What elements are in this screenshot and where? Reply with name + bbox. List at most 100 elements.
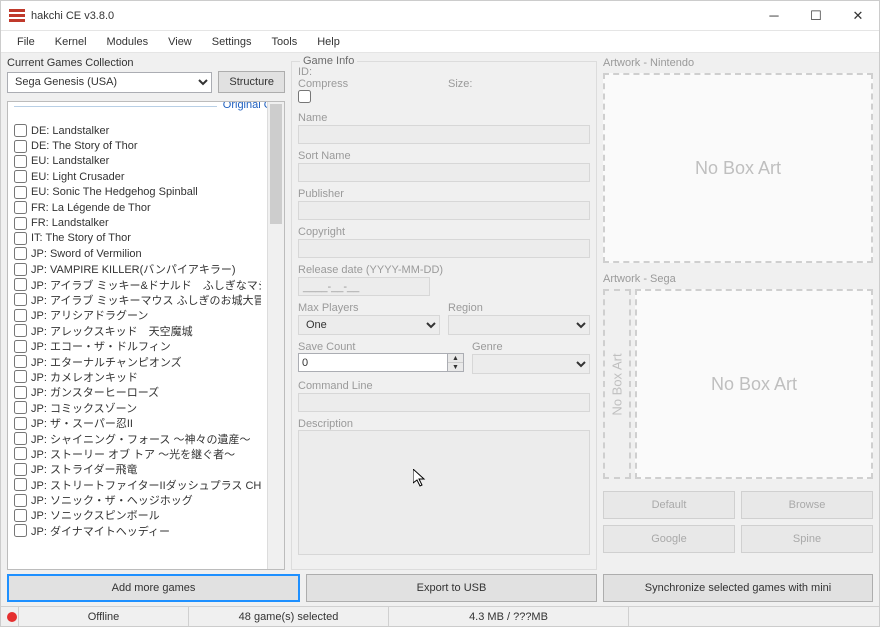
list-item[interactable]: JP: エコー・ザ・ドルフィン xyxy=(14,338,261,353)
menu-modules[interactable]: Modules xyxy=(97,34,159,50)
region-select[interactable] xyxy=(448,315,590,335)
menu-view[interactable]: View xyxy=(158,34,202,50)
game-checkbox[interactable] xyxy=(14,355,27,368)
list-item[interactable]: JP: Sword of Vermilion xyxy=(14,246,261,261)
game-checkbox[interactable] xyxy=(14,124,27,137)
game-checkbox[interactable] xyxy=(14,201,27,214)
game-checkbox[interactable] xyxy=(14,463,27,476)
list-item[interactable]: JP: コミックスゾーン xyxy=(14,400,261,415)
game-label: JP: ガンスターヒーローズ xyxy=(31,385,159,400)
google-button[interactable]: Google xyxy=(603,525,735,553)
list-item[interactable]: JP: アリシアドラグーン xyxy=(14,308,261,323)
game-label: JP: コミックスゾーン xyxy=(31,400,137,415)
list-item[interactable]: DE: Landstalker xyxy=(14,123,261,138)
list-item[interactable]: JP: ガンスターヒーローズ xyxy=(14,385,261,400)
list-item[interactable]: EU: Sonic The Hedgehog Spinball xyxy=(14,185,261,200)
sync-button[interactable]: Synchronize selected games with mini xyxy=(603,574,873,602)
spine-button[interactable]: Spine xyxy=(741,525,873,553)
game-checkbox[interactable] xyxy=(14,247,27,260)
game-info-panel: Game Info ID: Compress Size: Name Sort N… xyxy=(291,61,597,570)
list-item[interactable]: FR: La Légende de Thor xyxy=(14,200,261,215)
game-checkbox[interactable] xyxy=(14,386,27,399)
list-item[interactable]: JP: ソニック・ザ・ヘッジホッグ xyxy=(14,492,261,507)
art-nintendo-box[interactable]: No Box Art xyxy=(603,73,873,263)
game-checkbox[interactable] xyxy=(14,263,27,276)
game-checkbox[interactable] xyxy=(14,324,27,337)
add-games-button[interactable]: Add more games xyxy=(7,574,300,602)
list-item[interactable]: EU: Landstalker xyxy=(14,154,261,169)
game-checkbox[interactable] xyxy=(14,509,27,522)
copyright-field[interactable] xyxy=(298,239,590,258)
list-item[interactable]: JP: ストライダー飛竜 xyxy=(14,462,261,477)
game-checkbox[interactable] xyxy=(14,401,27,414)
structure-button[interactable]: Structure xyxy=(218,71,285,93)
menu-settings[interactable]: Settings xyxy=(202,34,262,50)
menu-kernel[interactable]: Kernel xyxy=(45,34,97,50)
genre-select[interactable] xyxy=(472,354,590,374)
art-sega-box[interactable]: No Box Art xyxy=(635,289,873,479)
scrollbar[interactable] xyxy=(267,102,284,569)
list-item[interactable]: JP: ストーリー オブ トア ～光を継ぐ者～ xyxy=(14,446,261,461)
compress-checkbox[interactable] xyxy=(298,90,311,103)
spin-up-icon[interactable]: ▲ xyxy=(448,354,463,363)
list-item[interactable]: JP: ダイナマイトヘッディー xyxy=(14,523,261,538)
game-list[interactable]: Original Games DE: LandstalkerDE: The St… xyxy=(8,102,267,569)
list-item[interactable]: JP: カメレオンキッド xyxy=(14,369,261,384)
maxplayers-label: Max Players xyxy=(298,302,440,314)
list-item[interactable]: JP: ソニックスピンボール xyxy=(14,508,261,523)
art-spine-box[interactable]: No Box Art xyxy=(603,289,631,479)
game-checkbox[interactable] xyxy=(14,447,27,460)
savecount-spinner[interactable]: ▲▼ xyxy=(298,353,464,372)
menu-file[interactable]: File xyxy=(7,34,45,50)
list-item[interactable]: FR: Landstalker xyxy=(14,215,261,230)
collection-select[interactable]: Sega Genesis (USA) xyxy=(7,72,212,93)
menu-help[interactable]: Help xyxy=(307,34,350,50)
scroll-thumb[interactable] xyxy=(270,104,282,224)
game-checkbox[interactable] xyxy=(14,432,27,445)
list-item[interactable]: JP: ストリートファイターIIダッシュプラス CHAMPION E… xyxy=(14,477,261,492)
minimize-button[interactable]: ─ xyxy=(753,1,795,31)
game-checkbox[interactable] xyxy=(14,417,27,430)
list-item[interactable]: EU: Light Crusader xyxy=(14,169,261,184)
status-offline: Offline xyxy=(19,607,189,626)
game-checkbox[interactable] xyxy=(14,232,27,245)
description-field[interactable] xyxy=(298,430,590,555)
default-button[interactable]: Default xyxy=(603,491,735,519)
game-checkbox[interactable] xyxy=(14,155,27,168)
list-item[interactable]: DE: The Story of Thor xyxy=(14,138,261,153)
game-checkbox[interactable] xyxy=(14,278,27,291)
game-checkbox[interactable] xyxy=(14,170,27,183)
list-item[interactable]: IT: The Story of Thor xyxy=(14,231,261,246)
game-checkbox[interactable] xyxy=(14,494,27,507)
maxplayers-select[interactable]: One xyxy=(298,315,440,335)
game-checkbox[interactable] xyxy=(14,370,27,383)
list-item[interactable]: JP: VAMPIRE KILLER(バンパイアキラー) xyxy=(14,262,261,277)
publisher-field[interactable] xyxy=(298,201,590,220)
list-item[interactable]: JP: エターナルチャンピオンズ xyxy=(14,354,261,369)
menu-tools[interactable]: Tools xyxy=(262,34,308,50)
sortname-field[interactable] xyxy=(298,163,590,182)
release-field[interactable]: ____-__-__ xyxy=(298,277,430,296)
list-item[interactable]: JP: アイラブ ミッキーマウス ふしぎのお城大冒険 xyxy=(14,292,261,307)
close-button[interactable]: ✕ xyxy=(837,1,879,31)
browse-button[interactable]: Browse xyxy=(741,491,873,519)
game-checkbox[interactable] xyxy=(14,186,27,199)
game-checkbox[interactable] xyxy=(14,293,27,306)
game-checkbox[interactable] xyxy=(14,524,27,537)
statusbar: Offline 48 game(s) selected 4.3 MB / ???… xyxy=(1,606,879,626)
list-item[interactable]: JP: ザ・スーパー忍II xyxy=(14,415,261,430)
name-field[interactable] xyxy=(298,125,590,144)
export-button[interactable]: Export to USB xyxy=(306,574,597,602)
game-checkbox[interactable] xyxy=(14,309,27,322)
game-checkbox[interactable] xyxy=(14,140,27,153)
savecount-input[interactable] xyxy=(298,353,448,372)
cmdline-field[interactable] xyxy=(298,393,590,412)
game-checkbox[interactable] xyxy=(14,217,27,230)
game-checkbox[interactable] xyxy=(14,340,27,353)
list-item[interactable]: JP: アレックスキッド 天空魔城 xyxy=(14,323,261,338)
list-item[interactable]: JP: シャイニング・フォース ～神々の遺産～ xyxy=(14,431,261,446)
list-item[interactable]: JP: アイラブ ミッキー&ドナルド ふしぎなマジックボッ… xyxy=(14,277,261,292)
game-checkbox[interactable] xyxy=(14,478,27,491)
spin-down-icon[interactable]: ▼ xyxy=(448,363,463,371)
maximize-button[interactable]: ☐ xyxy=(795,1,837,31)
